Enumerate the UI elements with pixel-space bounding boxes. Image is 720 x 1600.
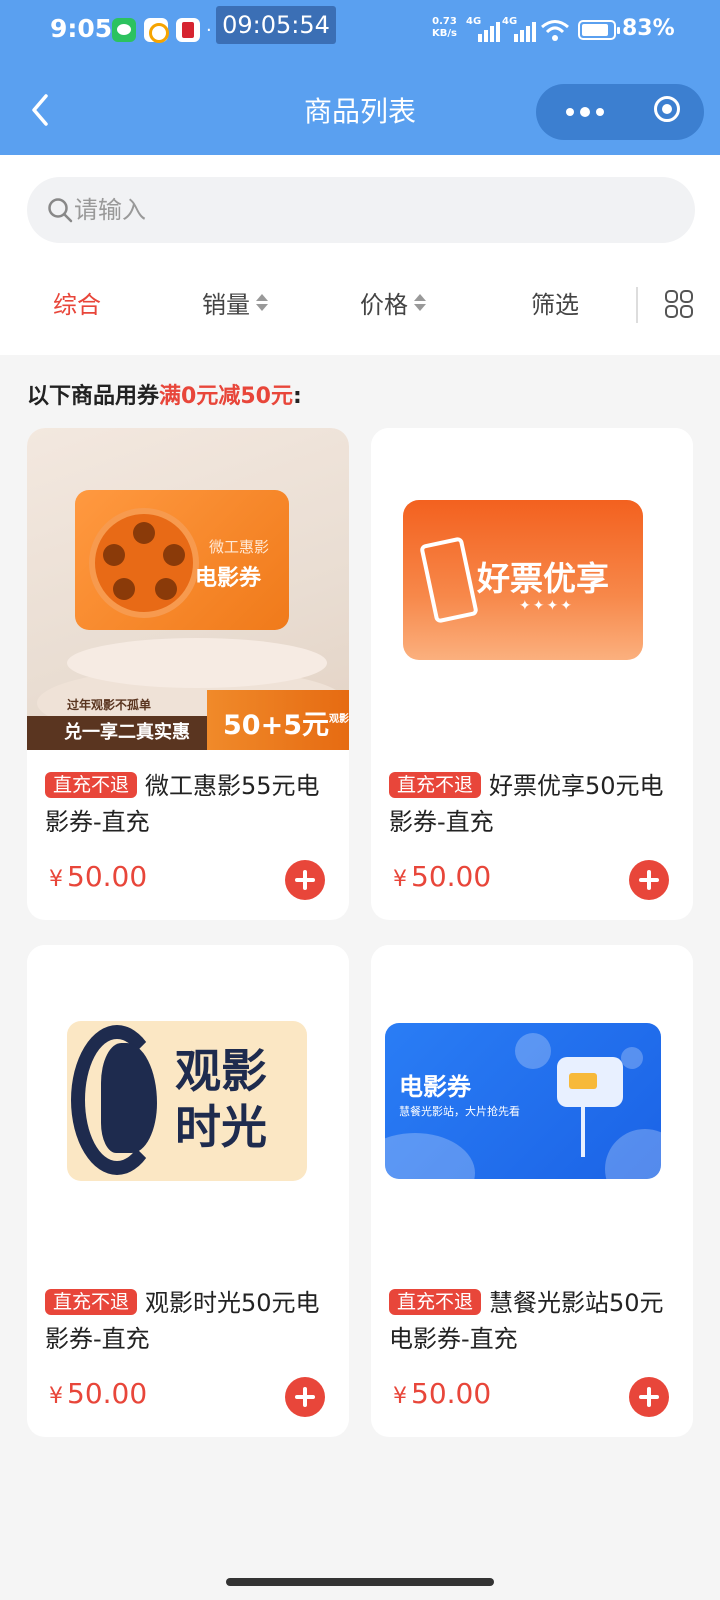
filter-screen[interactable]: 筛选 bbox=[531, 285, 579, 320]
film-reel-icon bbox=[89, 508, 199, 618]
product-title: 直充不退 微工惠影55元电影券-直充 bbox=[45, 768, 335, 840]
grid-view-icon[interactable] bbox=[664, 289, 694, 319]
product-price: ¥50.00 bbox=[49, 860, 147, 893]
movie-camera-icon bbox=[557, 1057, 623, 1107]
currency-symbol: ¥ bbox=[393, 867, 407, 892]
status-badge: 直充不退 bbox=[389, 1289, 482, 1315]
image-text: 电影券 bbox=[399, 1073, 471, 1101]
status-badge: 直充不退 bbox=[389, 772, 482, 798]
image-text: 时光 bbox=[175, 1100, 267, 1154]
filter-comprehensive[interactable]: 综合 bbox=[53, 285, 101, 320]
image-text: 兑一享二真实惠 bbox=[27, 716, 227, 750]
price-value: 50.00 bbox=[411, 1377, 492, 1410]
battery-icon bbox=[578, 20, 620, 40]
image-text: 50+5元 bbox=[223, 710, 329, 741]
product-image: 电影券 慧餐光影站，大片抢先看 bbox=[371, 945, 693, 1267]
search-filter-area: 综合 销量 价格 筛选 bbox=[0, 155, 720, 355]
status-time: 9:05 bbox=[50, 14, 113, 43]
network-speed-value: 0.73 bbox=[432, 16, 457, 27]
product-card[interactable]: 电影券 慧餐光影站，大片抢先看 直充不退 慧餐光影站50元电影券-直充 ¥50.0… bbox=[371, 945, 693, 1437]
product-image: 观影 时光 bbox=[27, 945, 349, 1267]
currency-symbol: ¥ bbox=[49, 867, 63, 892]
filter-label: 筛选 bbox=[531, 291, 579, 319]
currency-symbol: ¥ bbox=[393, 1384, 407, 1409]
image-text: 好票优享 bbox=[477, 559, 609, 598]
signal-icon: 4G bbox=[466, 16, 500, 42]
image-text: ✦✦✦✦ bbox=[519, 598, 574, 614]
divider bbox=[636, 287, 638, 323]
product-price: ¥50.00 bbox=[393, 860, 491, 893]
image-price-banner: 50+5元观影券 bbox=[207, 690, 349, 791]
search-box[interactable] bbox=[27, 177, 695, 243]
signal-icon: 4G bbox=[502, 16, 536, 42]
product-card[interactable]: 好票优享 ✦✦✦✦ 直充不退 好票优享50元电影券-直充 ¥50.00 bbox=[371, 428, 693, 920]
product-card[interactable]: 微工惠影 电影券 过年观影不孤单 兑一享二真实惠 50+5元观影券 直充不退 微工… bbox=[27, 428, 349, 920]
image-text: 电影券 bbox=[195, 566, 262, 591]
image-text: 慧餐光影站，大片抢先看 bbox=[399, 1105, 520, 1118]
wifi-icon bbox=[541, 20, 569, 41]
filter-label: 销量 bbox=[202, 291, 250, 319]
wechat-icon bbox=[112, 18, 136, 42]
network-speed-unit: KB/s bbox=[432, 28, 457, 39]
status-badge: 直充不退 bbox=[45, 1289, 138, 1315]
miniprogram-capsule bbox=[536, 84, 704, 140]
kfc-icon bbox=[176, 18, 200, 42]
status-bar: 9:05 · 09:05:54 0.73 KB/s 4G 4G 83% bbox=[0, 0, 720, 62]
coupon-prefix: 以下商品用券 bbox=[27, 384, 160, 409]
search-input[interactable] bbox=[74, 177, 634, 243]
product-card[interactable]: 观影 时光 直充不退 观影时光50元电影券-直充 ¥50.00 bbox=[27, 945, 349, 1437]
network-speed: 0.73 KB/s bbox=[432, 16, 457, 40]
product-title: 直充不退 慧餐光影站50元电影券-直充 bbox=[389, 1285, 679, 1357]
home-indicator[interactable] bbox=[226, 1578, 494, 1586]
product-title: 直充不退 好票优享50元电影券-直充 bbox=[389, 768, 679, 840]
product-price: ¥50.00 bbox=[393, 1377, 491, 1410]
product-image: 微工惠影 电影券 过年观影不孤单 兑一享二真实惠 50+5元观影券 bbox=[27, 428, 349, 791]
more-notifications-icon: · bbox=[206, 20, 212, 41]
coupon-info: 以下商品用券满0元减50元: bbox=[27, 378, 302, 410]
search-icon bbox=[48, 198, 73, 223]
image-text: 微工惠影 bbox=[209, 538, 270, 556]
status-badge: 直充不退 bbox=[45, 772, 138, 798]
ticket-icon bbox=[419, 536, 479, 624]
target-circle-icon[interactable] bbox=[642, 84, 698, 140]
filter-sales[interactable]: 销量 bbox=[202, 285, 268, 320]
price-value: 50.00 bbox=[67, 860, 148, 893]
more-dots-icon[interactable] bbox=[558, 84, 618, 140]
image-text: 观影 bbox=[175, 1044, 267, 1098]
filter-bar: 综合 销量 价格 筛选 bbox=[0, 263, 720, 355]
add-to-cart-button[interactable] bbox=[629, 860, 669, 900]
add-to-cart-button[interactable] bbox=[629, 1377, 669, 1417]
filter-price[interactable]: 价格 bbox=[360, 285, 426, 320]
filter-label: 综合 bbox=[53, 291, 101, 319]
price-value: 50.00 bbox=[67, 1377, 148, 1410]
qq-browser-icon bbox=[144, 18, 169, 43]
filter-label: 价格 bbox=[360, 291, 408, 319]
coupon-highlight: 满0元减50元 bbox=[159, 384, 293, 409]
battery-percent: 83% bbox=[622, 16, 675, 41]
clock-overlay: 09:05:54 bbox=[216, 6, 336, 44]
sort-icon bbox=[414, 293, 426, 313]
image-text: 过年观影不孤单 bbox=[67, 698, 152, 712]
currency-symbol: ¥ bbox=[49, 1384, 63, 1409]
price-value: 50.00 bbox=[411, 860, 492, 893]
product-price: ¥50.00 bbox=[49, 1377, 147, 1410]
add-to-cart-button[interactable] bbox=[285, 1377, 325, 1417]
coupon-suffix: : bbox=[292, 384, 302, 409]
sort-icon bbox=[256, 293, 268, 313]
add-to-cart-button[interactable] bbox=[285, 860, 325, 900]
product-title: 直充不退 观影时光50元电影券-直充 bbox=[45, 1285, 335, 1357]
top-bar: 9:05 · 09:05:54 0.73 KB/s 4G 4G 83% 商品列表 bbox=[0, 0, 720, 155]
product-image: 好票优享 ✦✦✦✦ bbox=[371, 428, 693, 750]
